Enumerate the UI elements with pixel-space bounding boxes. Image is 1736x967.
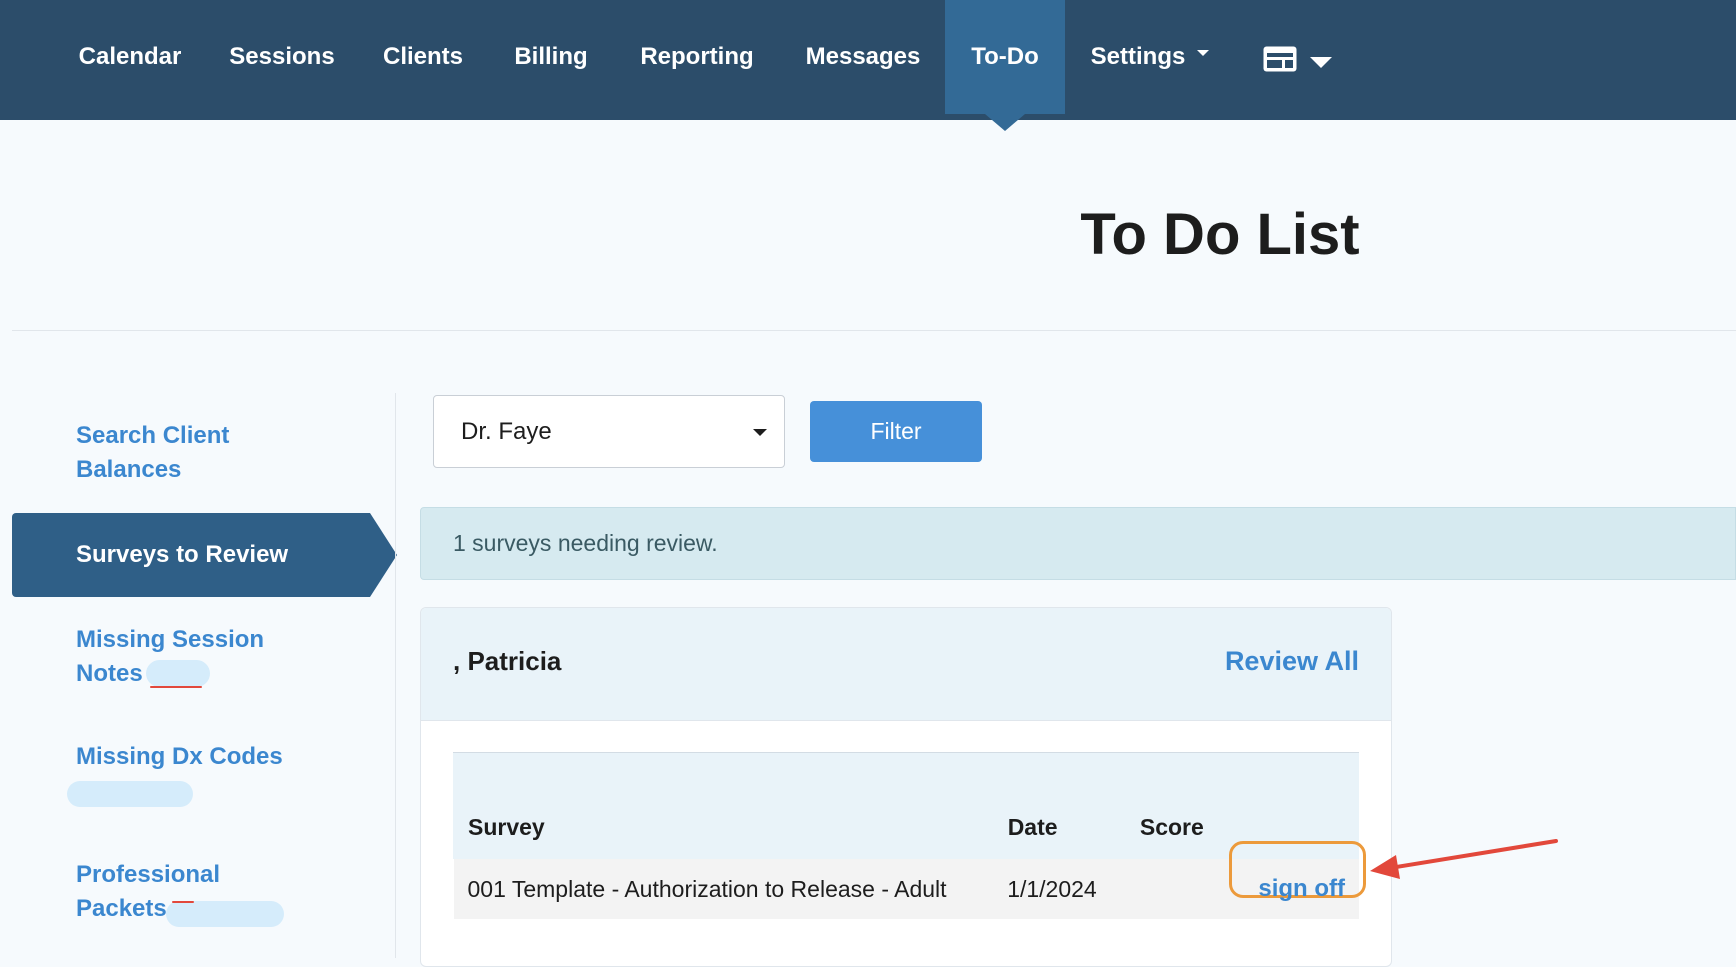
top-nav: Calendar Sessions Clients Billing Report… [0,0,1736,131]
sign-off-link[interactable]: sign off [1258,875,1345,903]
nav-todo[interactable]: To-Do [945,0,1065,131]
table-row: 001 Template - Authorization to Release … [453,859,1359,919]
card-header: , Patricia Review All [421,608,1391,721]
nav-billing-label: Billing [514,43,588,70]
count-badge [146,660,210,687]
survey-score-cell [1125,859,1245,919]
nav-todo-label: To-Do [971,43,1039,70]
nav-reporting-label: Reporting [640,43,754,70]
nav-sessions[interactable]: Sessions [218,0,346,114]
table-header-row: Survey Date Score [453,752,1359,859]
red-arrow-annotation [1370,839,1558,879]
layout-menu-caret-icon[interactable] [1310,57,1332,68]
sidebar-item-label-line1: Professional [76,861,221,888]
sidebar-divider [395,393,396,958]
provider-select[interactable]: Dr. Faye [433,395,785,468]
nav-messages-label: Messages [805,43,921,70]
active-tab-pointer [985,114,1025,131]
sidebar-item-surveys-to-review[interactable]: Surveys to Review [12,513,397,597]
survey-action-cell: sign off [1244,859,1359,919]
column-header-score: Score [1124,752,1245,859]
alert-text: 1 surveys needing review. [453,530,718,556]
nav-clients[interactable]: Clients [370,0,476,114]
client-name: , Patricia [453,646,562,676]
nav-calendar[interactable]: Calendar [60,0,200,114]
survey-name-cell: 001 Template - Authorization to Release … [453,859,994,919]
sidebar-item-missing-dx-codes[interactable]: Missing Dx Codes [76,740,283,774]
page-title: To Do List [1080,202,1360,267]
sidebar-item-label-line1: Search Client [76,422,230,449]
active-item-arrow [370,513,397,597]
sidebar-item-label: Missing Dx Codes [76,743,283,770]
column-header-action [1243,752,1359,859]
sidebar-item-label: Surveys to Review [76,541,289,568]
surveys-alert: 1 surveys needing review. [420,507,1736,580]
nav-reporting[interactable]: Reporting [630,0,764,114]
column-header-survey: Survey [453,752,994,859]
sidebar-item-label-line1: Missing Session [76,626,265,653]
nav-messages[interactable]: Messages [798,0,928,114]
nav-settings[interactable]: Settings [1085,0,1215,114]
chevron-down-icon [753,429,767,436]
count-badge [166,901,284,927]
nav-settings-label: Settings [1090,43,1186,70]
nav-calendar-label: Calendar [78,43,182,70]
badge-alert-edge [172,901,194,903]
chevron-down-icon [1197,50,1210,56]
nav-billing[interactable]: Billing [504,0,598,114]
provider-select-value: Dr. Faye [461,417,552,445]
layout-icon[interactable] [1262,45,1298,73]
nav-sessions-label: Sessions [229,43,335,70]
review-all-link[interactable]: Review All [1225,646,1359,677]
count-badge [67,781,193,807]
sidebar-item-search-client-balances[interactable]: Search Client Balances [76,419,229,487]
sidebar-item-label-line2: Balances [76,456,182,483]
nav-clients-label: Clients [382,43,463,70]
survey-date-cell: 1/1/2024 [993,859,1126,919]
surveys-table: Survey Date Score 001 Template - Authori… [453,752,1359,919]
badge-alert-edge [150,686,202,688]
client-survey-card: , Patricia Review All Survey Date Score … [420,607,1392,967]
filter-button[interactable]: Filter [810,401,982,462]
title-divider [12,330,1736,331]
column-header-date: Date [992,752,1126,859]
